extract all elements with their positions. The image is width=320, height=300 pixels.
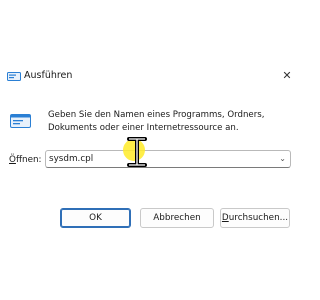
browse-button[interactable]: Durchsuchen... — [220, 208, 290, 228]
description-line-2: Dokuments oder einer Internetressource a… — [48, 123, 239, 133]
run-icon — [10, 114, 31, 128]
open-label-access-key: Ö — [9, 155, 16, 165]
title-bar: Ausführen ✕ — [0, 58, 300, 92]
browse-access-key: D — [221, 213, 229, 223]
run-dialog-icon — [7, 72, 21, 81]
description: Geben Sie den Namen eines Programms, Ord… — [48, 109, 288, 135]
description-line-1: Geben Sie den Namen eines Programms, Ord… — [48, 110, 265, 120]
open-input[interactable] — [49, 152, 269, 166]
ok-button[interactable]: OK — [60, 208, 131, 228]
open-label-text: ffnen: — [15, 155, 42, 165]
cancel-button[interactable]: Abbrechen — [140, 208, 214, 228]
open-combobox[interactable]: ⌄ — [45, 150, 291, 168]
chevron-down-icon[interactable]: ⌄ — [279, 152, 286, 166]
text-cursor-icon — [127, 137, 147, 167]
browse-label: urchsuchen... — [228, 213, 289, 223]
close-icon[interactable]: ✕ — [279, 68, 295, 84]
open-label: Öffnen: — [9, 155, 42, 165]
window-title: Ausführen — [24, 70, 73, 81]
